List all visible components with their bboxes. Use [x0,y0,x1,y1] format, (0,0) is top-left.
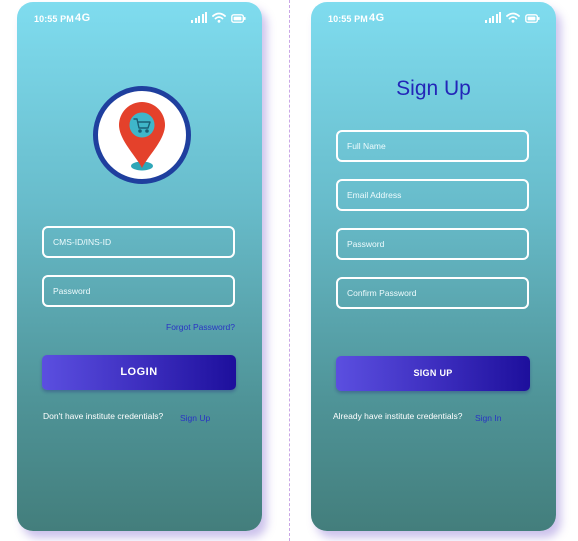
full-name-input[interactable]: Full Name [336,130,529,162]
cms-id-input[interactable]: CMS-ID/INS-ID [42,226,235,258]
login-screen: 10:55 PM 4G CMS-ID/INS-ID Password Forgo… [17,2,262,531]
confirm-password-input[interactable]: Confirm Password [336,277,529,309]
battery-icon [525,14,540,23]
sign-up-link[interactable]: Sign Up [180,413,210,423]
have-credentials-text: Already have institute credentials? [333,411,463,421]
status-time: 10:55 PM [34,14,74,24]
signup-screen: 10:55 PM 4G Sign Up Full Name Email Addr… [311,2,556,531]
app-logo [93,86,191,184]
status-bar: 10:55 PM 4G [311,2,556,34]
network-type: 4G [75,12,91,24]
sign-in-link[interactable]: Sign In [475,413,501,423]
wifi-icon [506,12,520,23]
wifi-icon [212,12,226,23]
no-credentials-text: Don't have institute credentials? [43,411,164,421]
page-title: Sign Up [396,77,471,100]
screen-divider [289,0,290,541]
status-bar: 10:55 PM 4G [17,2,262,34]
forgot-password-link[interactable]: Forgot Password? [166,322,235,332]
signal-icon [191,12,207,23]
battery-icon [231,14,246,23]
signal-icon [485,12,501,23]
network-type: 4G [369,12,385,24]
sign-up-button[interactable]: SIGN UP [336,356,530,391]
login-button[interactable]: LOGIN [42,355,236,390]
password-input[interactable]: Password [336,228,529,260]
email-input[interactable]: Email Address [336,179,529,211]
password-input[interactable]: Password [42,275,235,307]
status-time: 10:55 PM [328,14,368,24]
